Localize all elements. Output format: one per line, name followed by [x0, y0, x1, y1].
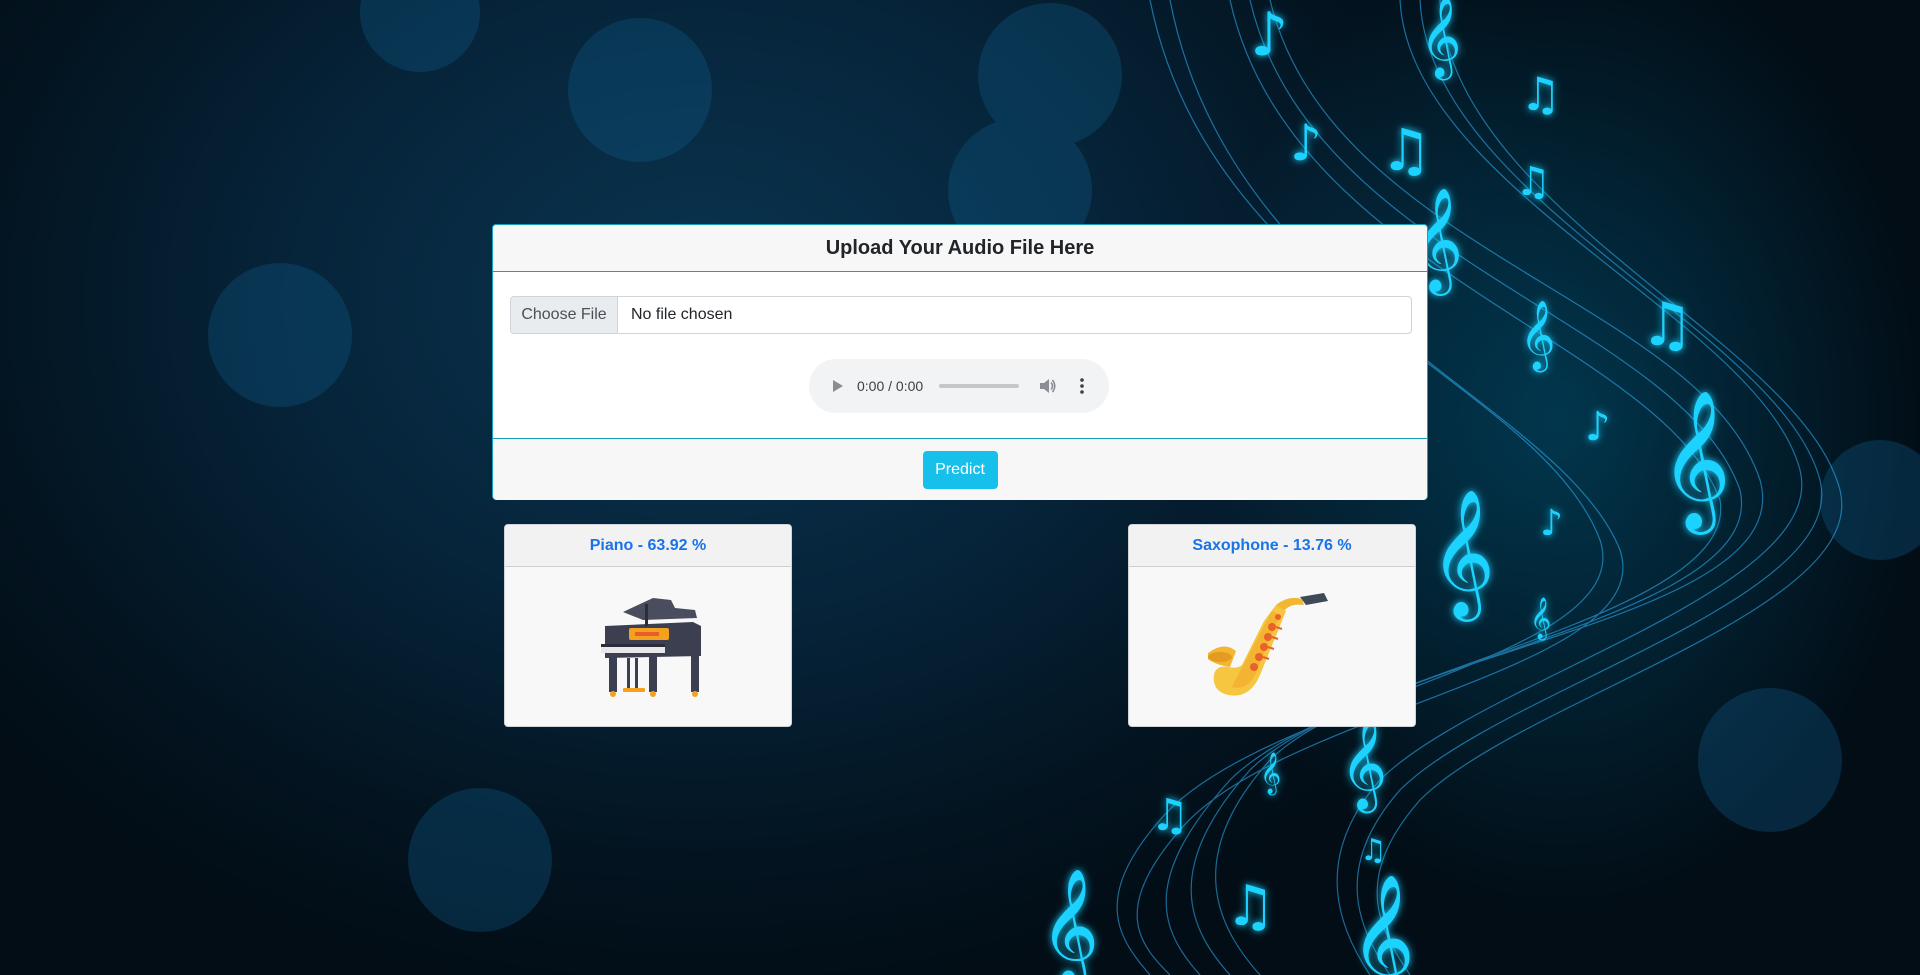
- svg-text:♪: ♪: [1250, 0, 1288, 70]
- audio-player[interactable]: 0:00 / 0:00: [809, 359, 1109, 413]
- svg-text:♫: ♫: [1515, 159, 1551, 205]
- svg-text:𝄞: 𝄞: [1350, 873, 1415, 975]
- predict-button[interactable]: Predict: [922, 450, 998, 489]
- svg-text:𝄞: 𝄞: [1340, 716, 1387, 813]
- upload-title: Upload Your Audio File Here: [493, 225, 1427, 272]
- result-label: Piano - 63.92 %: [505, 525, 791, 567]
- svg-text:♪: ♪: [1540, 503, 1563, 544]
- result-card-piano: Piano - 63.92 %: [504, 524, 792, 727]
- result-image: [505, 567, 791, 726]
- svg-text:♫: ♫: [1225, 874, 1275, 939]
- result-card-saxophone: Saxophone - 13.76 %: [1128, 524, 1416, 727]
- upload-footer: Predict: [493, 439, 1427, 500]
- play-icon[interactable]: [825, 373, 851, 399]
- file-status-text: No file chosen: [631, 306, 733, 323]
- file-input[interactable]: Choose File No file chosen: [510, 296, 1412, 334]
- svg-text:♫: ♫: [1150, 790, 1189, 841]
- result-label: Saxophone - 13.76 %: [1129, 525, 1415, 567]
- volume-icon[interactable]: [1037, 375, 1059, 397]
- svg-text:𝄞: 𝄞: [1040, 867, 1099, 975]
- more-options-icon[interactable]: [1071, 375, 1093, 397]
- svg-text:♪: ♪: [1585, 404, 1611, 450]
- svg-text:𝄞: 𝄞: [1660, 390, 1731, 535]
- svg-text:♫: ♫: [1380, 116, 1432, 184]
- audio-time: 0:00 / 0:00: [857, 378, 924, 394]
- svg-text:𝄞: 𝄞: [1430, 488, 1495, 622]
- svg-text:♫: ♫: [1520, 67, 1561, 121]
- audio-seek-slider[interactable]: [939, 384, 1020, 388]
- svg-text:♪: ♪: [1290, 114, 1322, 172]
- svg-text:♫: ♫: [1360, 833, 1387, 868]
- svg-text:𝄞: 𝄞: [1420, 0, 1461, 80]
- upload-card: Upload Your Audio File Here Choose File …: [492, 224, 1428, 500]
- svg-text:𝄞: 𝄞: [1260, 752, 1281, 795]
- piano-icon: [601, 598, 701, 697]
- result-image: [1129, 567, 1415, 726]
- choose-file-button[interactable]: Choose File: [511, 297, 618, 333]
- svg-text:𝄞: 𝄞: [1520, 300, 1555, 372]
- saxophone-icon: [1208, 593, 1328, 696]
- upload-body: Choose File No file chosen 0:00 / 0:00: [493, 272, 1427, 439]
- svg-text:♫: ♫: [1640, 290, 1694, 360]
- svg-text:𝄞: 𝄞: [1530, 597, 1551, 640]
